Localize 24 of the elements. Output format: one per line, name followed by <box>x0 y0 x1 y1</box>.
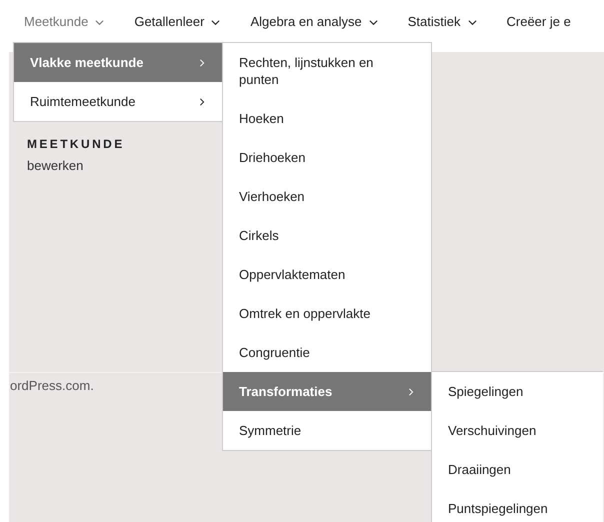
nav-item[interactable]: Getallenleer <box>134 0 220 42</box>
nav-item[interactable]: Algebra en analyse <box>250 0 378 42</box>
menu-item[interactable]: Hoeken <box>223 99 431 138</box>
footer-text: ordPress.com. <box>10 378 94 393</box>
menu-item[interactable]: Cirkels <box>223 216 431 255</box>
menu-item[interactable]: Vlakke meetkunde <box>14 43 222 82</box>
menu-item[interactable]: Verschuivingen <box>432 411 603 450</box>
nav-item[interactable]: Creëer je e <box>506 0 571 42</box>
menu-item[interactable]: Ruimtemeetkunde <box>14 82 222 121</box>
nav-item[interactable]: Meetkunde <box>24 0 104 42</box>
edit-link[interactable]: bewerken <box>27 158 84 173</box>
menu-item[interactable]: Oppervlaktematen <box>223 255 431 294</box>
menu-item[interactable]: Puntspiegelingen <box>432 489 603 522</box>
menu-item[interactable]: Rechten, lijnstukken en punten <box>223 43 431 99</box>
menu-item[interactable]: Vierhoeken <box>223 177 431 216</box>
menu-item[interactable]: Draaiingen <box>432 450 603 489</box>
menu-item[interactable]: Omtrek en oppervlakte <box>223 294 431 333</box>
menu-item[interactable]: Transformaties <box>223 372 431 411</box>
nav-item[interactable]: Statistiek <box>408 0 476 42</box>
menu-item[interactable]: Spiegelingen <box>432 372 603 411</box>
menu-item[interactable]: Symmetrie <box>223 411 431 450</box>
menu-item[interactable]: Driehoeken <box>223 138 431 177</box>
page-heading: MEETKUNDE <box>27 137 125 151</box>
menu-item[interactable]: Congruentie <box>223 333 431 372</box>
